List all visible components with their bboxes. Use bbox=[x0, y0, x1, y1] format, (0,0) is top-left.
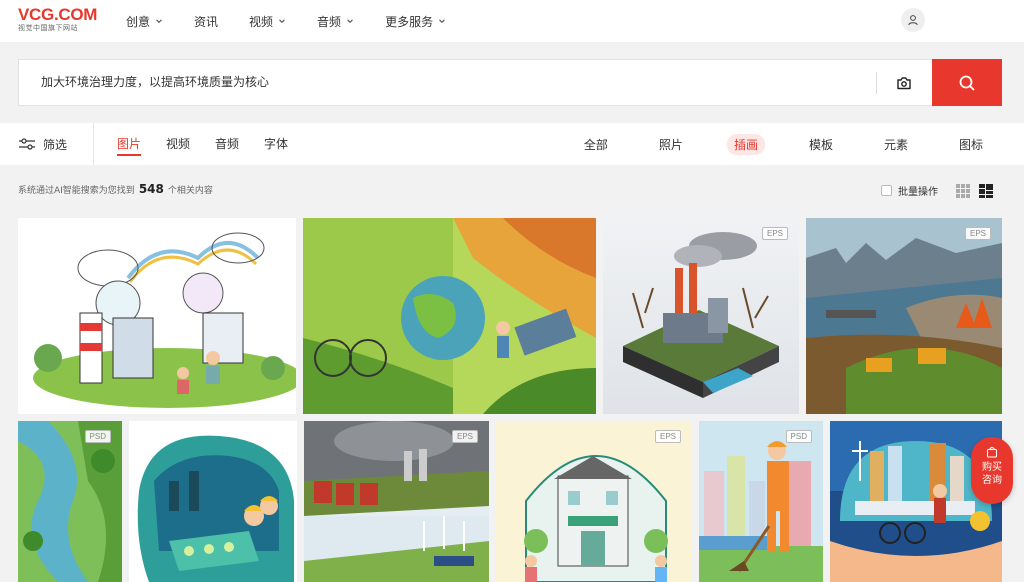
nav-item-label: 创意 bbox=[126, 14, 151, 29]
image-tile[interactable] bbox=[303, 218, 596, 414]
shopping-bag-icon bbox=[986, 446, 998, 458]
logo-text: VCG.COM bbox=[18, 5, 98, 24]
tab-audio[interactable]: 音频 bbox=[215, 123, 239, 165]
nav-item-more-services[interactable]: 更多服务 bbox=[385, 13, 446, 30]
file-format-badge: EPS bbox=[654, 430, 681, 443]
result-suffix: 个相关内容 bbox=[167, 186, 213, 196]
waterfall-view-icon[interactable] bbox=[979, 184, 993, 198]
chevron-down-icon bbox=[156, 19, 162, 24]
result-summary: 系统通过AI智能搜索为您找到 548 个相关内容 bbox=[18, 182, 213, 196]
chevron-down-icon bbox=[279, 19, 285, 24]
filter-sliders-icon bbox=[19, 138, 35, 150]
search-input[interactable]: 加大环境治理力度，以提高环境质量为核心 bbox=[18, 59, 933, 106]
batch-operation-toggle[interactable]: 批量操作 bbox=[881, 183, 938, 198]
result-count: 548 bbox=[138, 182, 164, 196]
main-nav: 创意 资讯 视频 音频 更多服务 bbox=[126, 0, 477, 42]
search-icon bbox=[959, 75, 975, 90]
illustration-thumbnail bbox=[18, 218, 296, 414]
illustration-thumbnail bbox=[603, 218, 799, 414]
nav-item-label: 更多服务 bbox=[385, 14, 434, 29]
logo-subtitle: 视觉中国旗下网站 bbox=[18, 24, 78, 32]
file-format-badge: EPS bbox=[451, 430, 478, 443]
image-tile[interactable]: EPS bbox=[496, 421, 692, 582]
nav-item-audio[interactable]: 音频 bbox=[317, 13, 354, 30]
image-tile[interactable] bbox=[18, 218, 296, 414]
illustration-thumbnail bbox=[303, 218, 596, 414]
filter-bar: 筛选 图片 视频 音频 字体 全部 照片 插画 模板 元素 图标 bbox=[0, 123, 1024, 165]
divider bbox=[93, 123, 94, 165]
grid-view-icon[interactable] bbox=[956, 184, 970, 198]
batch-checkbox[interactable] bbox=[881, 185, 892, 196]
top-navigation-bar: VCG.COM 视觉中国旗下网站 创意 资讯 视频 音频 更多服务 bbox=[0, 0, 1024, 42]
image-tile[interactable]: EPS bbox=[304, 421, 489, 582]
image-tile[interactable]: EPS bbox=[806, 218, 1002, 414]
search-button[interactable] bbox=[932, 59, 1002, 106]
batch-label: 批量操作 bbox=[898, 187, 938, 198]
illustration-thumbnail bbox=[806, 218, 1002, 414]
file-format-badge: EPS bbox=[964, 227, 991, 240]
camera-icon bbox=[897, 77, 911, 90]
illustration-thumbnail bbox=[304, 421, 489, 582]
image-search-button[interactable] bbox=[893, 72, 915, 94]
nav-item-news[interactable]: 资讯 bbox=[194, 13, 218, 30]
file-format-badge: PSD bbox=[84, 430, 111, 443]
nav-item-label: 资讯 bbox=[194, 14, 219, 29]
illustration-thumbnail bbox=[129, 421, 297, 582]
tab-fonts[interactable]: 字体 bbox=[264, 123, 288, 165]
result-prefix: 系统通过AI智能搜索为您找到 bbox=[18, 186, 135, 196]
file-format-badge: EPS bbox=[761, 227, 788, 240]
filter-label: 筛选 bbox=[43, 137, 68, 152]
nav-item-label: 音频 bbox=[317, 14, 342, 29]
search-area: 加大环境治理力度，以提高环境质量为核心 bbox=[18, 59, 1002, 106]
image-tile[interactable]: PSD bbox=[699, 421, 823, 582]
user-icon bbox=[908, 15, 918, 26]
nav-item-video[interactable]: 视频 bbox=[249, 13, 286, 30]
category-tabs: 全部 照片 插画 模板 元素 图标 bbox=[540, 123, 990, 165]
purchase-consult-button[interactable]: 购买咨询 bbox=[971, 437, 1013, 504]
image-tile[interactable] bbox=[129, 421, 297, 582]
image-tile[interactable]: EPS bbox=[603, 218, 799, 414]
illustration-thumbnail bbox=[496, 421, 692, 582]
category-all[interactable]: 全部 bbox=[577, 134, 615, 155]
category-illustrations[interactable]: 插画 bbox=[726, 133, 765, 155]
illustration-thumbnail bbox=[699, 421, 823, 582]
category-elements[interactable]: 元素 bbox=[877, 134, 915, 155]
category-templates[interactable]: 模板 bbox=[802, 134, 840, 155]
file-format-badge: PSD bbox=[785, 430, 812, 443]
tab-videos[interactable]: 视频 bbox=[166, 123, 190, 165]
search-divider bbox=[876, 72, 877, 94]
vcg-logo[interactable]: VCG.COM 视觉中国旗下网站 bbox=[18, 6, 98, 33]
tab-images[interactable]: 图片 bbox=[117, 123, 142, 165]
image-tile[interactable]: PSD bbox=[18, 421, 122, 582]
nav-item-creative[interactable]: 创意 bbox=[126, 13, 163, 30]
purchase-consult-label: 购买咨询 bbox=[982, 462, 1002, 486]
filter-button[interactable]: 筛选 bbox=[18, 123, 67, 165]
nav-item-label: 视频 bbox=[249, 14, 274, 29]
chevron-down-icon bbox=[439, 19, 445, 24]
search-query-text: 加大环境治理力度，以提高环境质量为核心 bbox=[41, 75, 270, 89]
category-photos[interactable]: 照片 bbox=[652, 134, 690, 155]
category-icons[interactable]: 图标 bbox=[952, 134, 990, 155]
user-account-button[interactable] bbox=[901, 8, 925, 32]
chevron-down-icon bbox=[347, 19, 353, 24]
media-type-tabs: 图片 视频 音频 字体 bbox=[117, 123, 313, 165]
illustration-thumbnail bbox=[18, 421, 122, 582]
